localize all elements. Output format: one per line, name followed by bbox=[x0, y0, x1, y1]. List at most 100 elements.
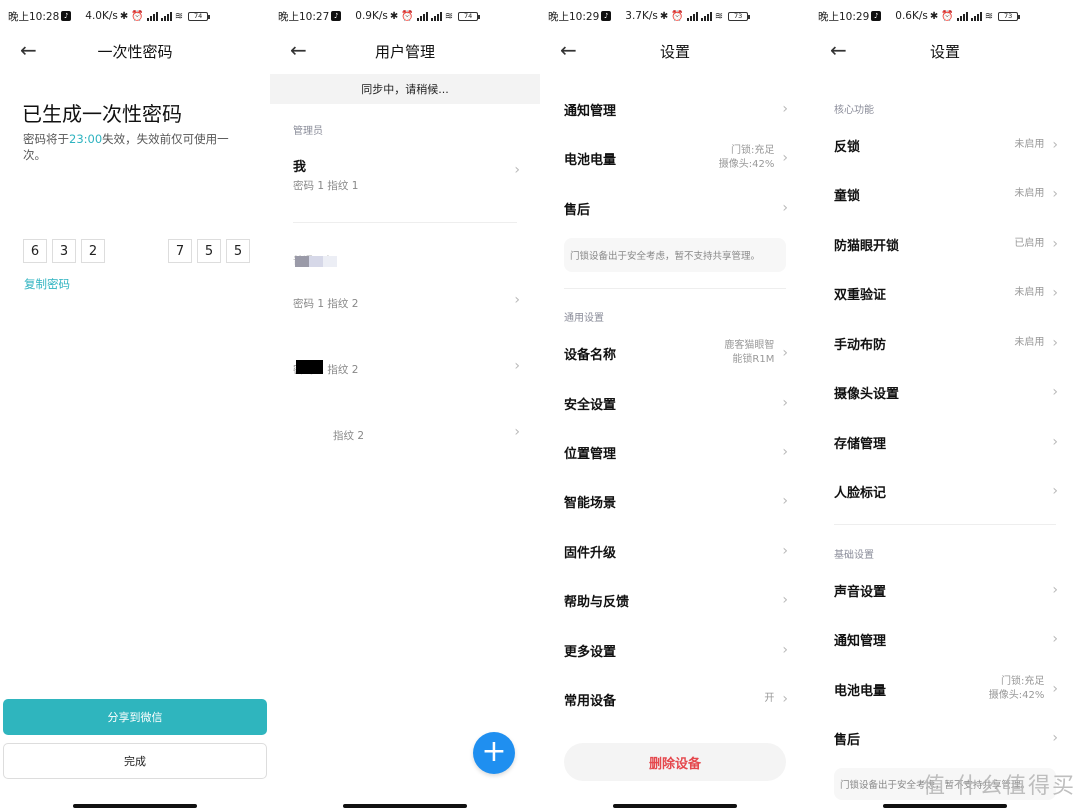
row-value: 未启用 bbox=[1014, 139, 1045, 150]
row-label: 通知管理 bbox=[564, 103, 617, 119]
settings-row-help[interactable]: 帮助与反馈 › bbox=[564, 580, 788, 620]
chevron-right-icon: › bbox=[1052, 335, 1058, 351]
user-row-admin[interactable]: 我 密码 1 指纹 1 › bbox=[293, 156, 520, 196]
battery-icon: 73 bbox=[728, 11, 751, 21]
expiry-time: 23:00 bbox=[69, 132, 103, 146]
row-label: 双重验证 bbox=[834, 287, 887, 303]
row-label: 摄像头设置 bbox=[834, 386, 900, 402]
alarm-icon: ⏰ bbox=[401, 10, 414, 22]
section-general: 通用设置 bbox=[564, 313, 604, 324]
settings-row-scenes[interactable]: 智能场景 › bbox=[564, 481, 788, 521]
signal-icon bbox=[686, 11, 698, 21]
network-speed: 0.9K/s bbox=[355, 10, 388, 22]
desc-prefix: 密码将于 bbox=[23, 132, 69, 146]
settings-row-firmware[interactable]: 固件升级 › bbox=[564, 531, 788, 571]
settings-row-frequent-device[interactable]: 常用设备 开 › bbox=[564, 679, 788, 719]
privacy-mosaic bbox=[295, 256, 337, 267]
settings-row-notifications[interactable]: 通知管理 › bbox=[564, 89, 788, 129]
row-label: 存储管理 bbox=[834, 436, 887, 452]
signal-icon bbox=[146, 11, 158, 21]
expiry-description: 密码将于23:00失效，失效前仅可使用一次。 bbox=[23, 131, 243, 163]
settings-row-camera[interactable]: 摄像头设置 › bbox=[834, 372, 1058, 412]
chevron-right-icon: › bbox=[1052, 483, 1058, 499]
home-indicator[interactable] bbox=[883, 804, 1007, 808]
row-value: 未启用 bbox=[1014, 188, 1045, 199]
signal-icon bbox=[970, 11, 982, 21]
user-row[interactable]: 密码 1 指纹 2 › bbox=[293, 290, 520, 330]
user-credentials: 密码 1 指纹 2 bbox=[293, 364, 359, 376]
settings-row-location[interactable]: 位置管理 › bbox=[564, 432, 788, 472]
settings-row-device-name[interactable]: 设备名称 鹿客猫眼智 能锁R1M › bbox=[564, 333, 788, 373]
row-label: 手动布防 bbox=[834, 337, 887, 353]
settings-row-sound[interactable]: 声音设置 › bbox=[834, 570, 1058, 610]
home-indicator[interactable] bbox=[343, 804, 467, 808]
network-speed: 0.6K/s bbox=[895, 10, 928, 22]
alarm-icon: ⏰ bbox=[131, 10, 144, 22]
chevron-right-icon: › bbox=[1052, 681, 1058, 697]
status-bar: 晚上10:29 ♪ 0.6K/s ✱ ⏰ ≋ 73 bbox=[818, 8, 1074, 24]
wifi-icon: ≋ bbox=[984, 10, 994, 22]
user-credentials: 指纹 2 bbox=[333, 430, 365, 442]
settings-row-more[interactable]: 更多设置 › bbox=[564, 630, 788, 670]
settings-row-battery[interactable]: 电池电量 门锁:充足 摄像头:42% › bbox=[834, 669, 1058, 709]
bluetooth-icon: ✱ bbox=[389, 10, 399, 22]
sync-status-bar: 同步中，请稍候... bbox=[270, 74, 540, 104]
chevron-right-icon: › bbox=[1052, 434, 1058, 450]
redaction-block bbox=[296, 360, 323, 374]
tiktok-icon: ♪ bbox=[601, 11, 612, 21]
settings-row-two-factor[interactable]: 双重验证 未启用 › bbox=[834, 273, 1058, 313]
settings-row-anti-peephole[interactable]: 防猫眼开锁 已启用 › bbox=[834, 224, 1058, 264]
screen-user-management: 晚上10:27 ♪ 0.9K/s ✱ ⏰ ≋ 74 ← 用户管理 同步中，请稍候… bbox=[270, 0, 540, 810]
row-label: 童锁 bbox=[834, 188, 861, 204]
battery-icon: 73 bbox=[998, 11, 1021, 21]
chevron-right-icon: › bbox=[1052, 582, 1058, 598]
row-label: 设备名称 bbox=[564, 347, 617, 363]
settings-row-after-sales[interactable]: 售后 › bbox=[564, 188, 788, 228]
settings-row-notifications[interactable]: 通知管理 › bbox=[834, 619, 1058, 659]
row-value: 门锁:充足 摄像头:42% bbox=[719, 144, 775, 172]
settings-row-deadlock[interactable]: 反锁 未启用 › bbox=[834, 125, 1058, 165]
code-digit: 7 bbox=[168, 239, 192, 263]
copy-password-link[interactable]: 复制密码 bbox=[24, 276, 70, 292]
camera-battery: 摄像头:42% bbox=[988, 690, 1045, 701]
row-label: 防猫眼开锁 bbox=[834, 238, 900, 254]
battery-icon: 74 bbox=[188, 11, 211, 21]
row-label: 安全设置 bbox=[564, 397, 617, 413]
home-indicator[interactable] bbox=[73, 804, 197, 808]
bluetooth-icon: ✱ bbox=[659, 10, 669, 22]
user-row[interactable]: 指纹 2 › bbox=[293, 422, 520, 462]
row-value: 门锁:充足 摄像头:42% bbox=[989, 675, 1045, 703]
chevron-right-icon: › bbox=[1052, 631, 1058, 647]
done-button[interactable]: 完成 bbox=[3, 743, 267, 779]
row-value: 鹿客猫眼智 能锁R1M bbox=[724, 339, 774, 367]
user-credentials: 密码 1 指纹 2 bbox=[293, 298, 359, 310]
code-digit: 5 bbox=[226, 239, 250, 263]
camera-battery: 摄像头:42% bbox=[718, 159, 775, 170]
settings-row-battery[interactable]: 电池电量 门锁:充足 摄像头:42% › bbox=[564, 138, 788, 178]
screen-one-time-password: 晚上10:28 ♪ 4.0K/s ✱ ⏰ ≋ 74 ← 一次性密码 已生成一次性… bbox=[0, 0, 270, 810]
add-user-button[interactable]: + bbox=[473, 732, 515, 774]
signal-icon bbox=[956, 11, 968, 21]
settings-row-security[interactable]: 安全设置 › bbox=[564, 383, 788, 423]
chevron-right-icon: › bbox=[1052, 285, 1058, 301]
row-label: 电池电量 bbox=[564, 152, 617, 168]
row-label: 固件升级 bbox=[564, 545, 617, 561]
header: ← 一次性密码 bbox=[0, 36, 270, 66]
home-indicator[interactable] bbox=[613, 804, 737, 808]
signal-icon bbox=[416, 11, 428, 21]
settings-row-face-tag[interactable]: 人脸标记 › bbox=[834, 471, 1058, 511]
settings-row-child-lock[interactable]: 童锁 未启用 › bbox=[834, 174, 1058, 214]
share-to-wechat-button[interactable]: 分享到微信 bbox=[3, 699, 267, 735]
row-label: 反锁 bbox=[834, 139, 861, 155]
status-time: 晚上10:28 bbox=[8, 10, 60, 23]
header: ← 用户管理 bbox=[270, 36, 540, 66]
delete-device-button[interactable]: 删除设备 bbox=[564, 743, 786, 781]
password-code: 6 3 2 7 5 5 bbox=[23, 239, 250, 263]
chevron-right-icon: › bbox=[514, 424, 520, 440]
settings-row-storage[interactable]: 存储管理 › bbox=[834, 422, 1058, 462]
settings-row-manual-arm[interactable]: 手动布防 未启用 › bbox=[834, 323, 1058, 363]
settings-row-after-sales[interactable]: 售后 › bbox=[834, 718, 1058, 758]
wifi-icon: ≋ bbox=[174, 10, 184, 22]
row-label: 售后 bbox=[564, 202, 591, 218]
user-row[interactable]: 密码 1 指纹 2 › bbox=[293, 356, 520, 396]
